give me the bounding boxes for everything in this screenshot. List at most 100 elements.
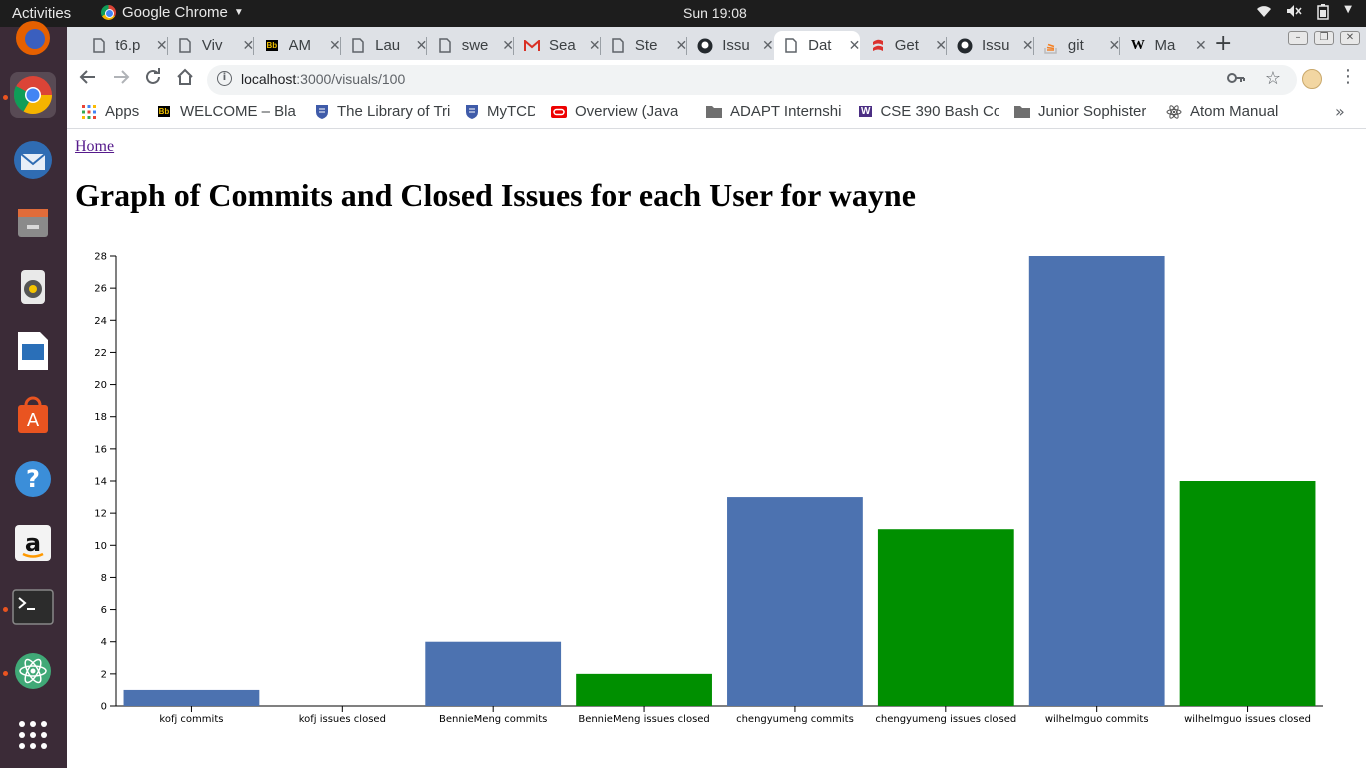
tab-label: swe	[461, 37, 489, 54]
bookmark-6[interactable]: W CSE 390 Bash Co	[859, 103, 999, 120]
bar	[1179, 481, 1316, 706]
tab-1[interactable]: Viv ✕	[168, 31, 254, 60]
close-tab-icon[interactable]: ✕	[762, 37, 774, 54]
bar	[1028, 256, 1165, 706]
bookmark-7[interactable]: Junior Sophister	[1014, 103, 1146, 120]
atom-icon[interactable]	[10, 648, 56, 694]
key-icon[interactable]	[1227, 70, 1245, 88]
tab-7[interactable]: Issu ✕	[687, 31, 774, 60]
close-window-button[interactable]: ✕	[1340, 31, 1360, 45]
y-tick-label: 22	[94, 348, 107, 359]
address-bar[interactable]: i localhost:3000/visuals/100 ☆	[207, 65, 1297, 95]
bookmark-label: CSE 390 Bash Co	[880, 103, 999, 120]
tab-5[interactable]: Sea ✕	[514, 31, 601, 60]
page-content: Home Graph of Commits and Closed Issues …	[67, 130, 1366, 768]
tab-separator	[1119, 37, 1121, 55]
files-icon[interactable]	[10, 200, 56, 246]
software-center-icon[interactable]: A	[10, 392, 56, 438]
clock[interactable]: Sun 19:08	[683, 5, 747, 21]
rhythmbox-icon[interactable]	[10, 264, 56, 310]
close-tab-icon[interactable]: ✕	[849, 37, 861, 54]
tab-6[interactable]: Ste ✕	[601, 31, 687, 60]
bookmark-3[interactable]: MyTCD	[465, 103, 535, 120]
app-menu[interactable]: Google Chrome ▼	[101, 4, 244, 21]
svg-text:A: A	[27, 410, 40, 431]
tab-9[interactable]: Get ✕	[860, 31, 947, 60]
forward-button[interactable]	[112, 68, 130, 91]
volume-icon	[1286, 4, 1302, 24]
tab-4[interactable]: swe ✕	[427, 31, 514, 60]
battery-icon	[1316, 4, 1330, 24]
shield-icon	[315, 104, 329, 120]
y-tick-label: 20	[94, 380, 107, 391]
running-indicator	[3, 95, 8, 100]
bookmarks-bar: Apps Bb WELCOME – Bla The Library of Tri MyT…	[67, 98, 1366, 129]
tab-label: Viv	[201, 37, 223, 54]
tab-separator	[513, 37, 514, 55]
restore-button[interactable]: ❐	[1314, 31, 1334, 45]
tab-label: Issu	[982, 37, 1010, 54]
bookmark-5[interactable]: ADAPT Internshi	[706, 103, 841, 120]
tab-8[interactable]: Dat ✕	[773, 31, 861, 60]
bookmark-1[interactable]: Bb WELCOME – Bla	[156, 103, 296, 120]
x-tick-label: BennieMeng commits	[439, 714, 547, 725]
page-icon	[437, 38, 452, 54]
bar	[425, 641, 562, 706]
tab-separator	[599, 37, 601, 55]
y-tick-label: 26	[94, 284, 107, 295]
tab-2[interactable]: Bb AM ✕	[254, 31, 341, 60]
tab-separator	[686, 37, 688, 55]
system-tray[interactable]: ▼	[1256, 4, 1352, 24]
tab-separator	[1032, 37, 1034, 55]
new-tab-button[interactable]: +	[1214, 31, 1232, 56]
libreoffice-writer-icon[interactable]	[10, 328, 56, 374]
tab-separator	[166, 37, 168, 55]
x-tick-label: kofj commits	[159, 714, 223, 725]
tab-label: t6.p	[115, 37, 141, 54]
profile-avatar[interactable]	[1302, 69, 1322, 89]
url-text[interactable]: localhost:3000/visuals/100	[241, 71, 405, 87]
back-button[interactable]	[79, 68, 97, 91]
system-top-bar: Activities Google Chrome ▼ Sun 19:08 ▼	[0, 0, 1366, 27]
show-apps-icon[interactable]	[10, 712, 56, 758]
app-name: Google Chrome	[122, 4, 228, 21]
tab-3[interactable]: Lau ✕	[341, 31, 427, 60]
tab-12[interactable]: W Ma ✕	[1120, 31, 1207, 60]
tab-11[interactable]: git ✕	[1034, 31, 1120, 60]
tab-10[interactable]: Issu ✕	[947, 31, 1034, 60]
bar	[576, 673, 712, 706]
tab-separator	[339, 37, 341, 55]
chrome-menu-icon[interactable]: ⋮	[1339, 66, 1357, 87]
shield-icon	[465, 104, 479, 120]
bookmark-star-icon[interactable]: ☆	[1265, 68, 1281, 89]
wifi-icon	[1256, 4, 1272, 24]
firefox-icon[interactable]	[10, 15, 56, 61]
thunderbird-icon[interactable]	[10, 137, 56, 183]
terminal-icon[interactable]	[10, 584, 56, 630]
amazon-icon[interactable]: a	[10, 520, 56, 566]
bookmark-8[interactable]: Atom Manual	[1166, 103, 1278, 120]
close-tab-icon[interactable]: ✕	[1195, 37, 1207, 54]
page-icon	[351, 38, 366, 54]
minimize-button[interactable]: –	[1288, 31, 1308, 45]
reload-button[interactable]	[144, 68, 162, 91]
bookmark-2[interactable]: The Library of Tri	[315, 103, 450, 120]
site-info-icon[interactable]: i	[217, 71, 232, 86]
help-icon[interactable]: ?	[10, 456, 56, 502]
tab-0[interactable]: t6.p ✕	[81, 31, 168, 60]
atom-icon	[1166, 104, 1182, 120]
folder-icon	[1014, 104, 1030, 120]
home-button[interactable]	[176, 68, 194, 91]
gmail-icon	[524, 38, 540, 54]
tab-separator	[946, 37, 947, 55]
bookmark-4[interactable]: Overview (Java	[551, 103, 678, 120]
chrome-icon[interactable]	[10, 72, 56, 118]
running-indicator	[3, 671, 8, 676]
bookmark-label: MyTCD	[487, 103, 535, 120]
bar	[877, 529, 1014, 706]
bookmarks-overflow-icon[interactable]: »	[1335, 102, 1345, 121]
oracle-icon	[551, 104, 567, 120]
y-tick-label: 4	[101, 637, 107, 648]
chevron-down-icon: ▼	[1344, 4, 1352, 15]
bookmark-0[interactable]: Apps	[81, 103, 139, 120]
